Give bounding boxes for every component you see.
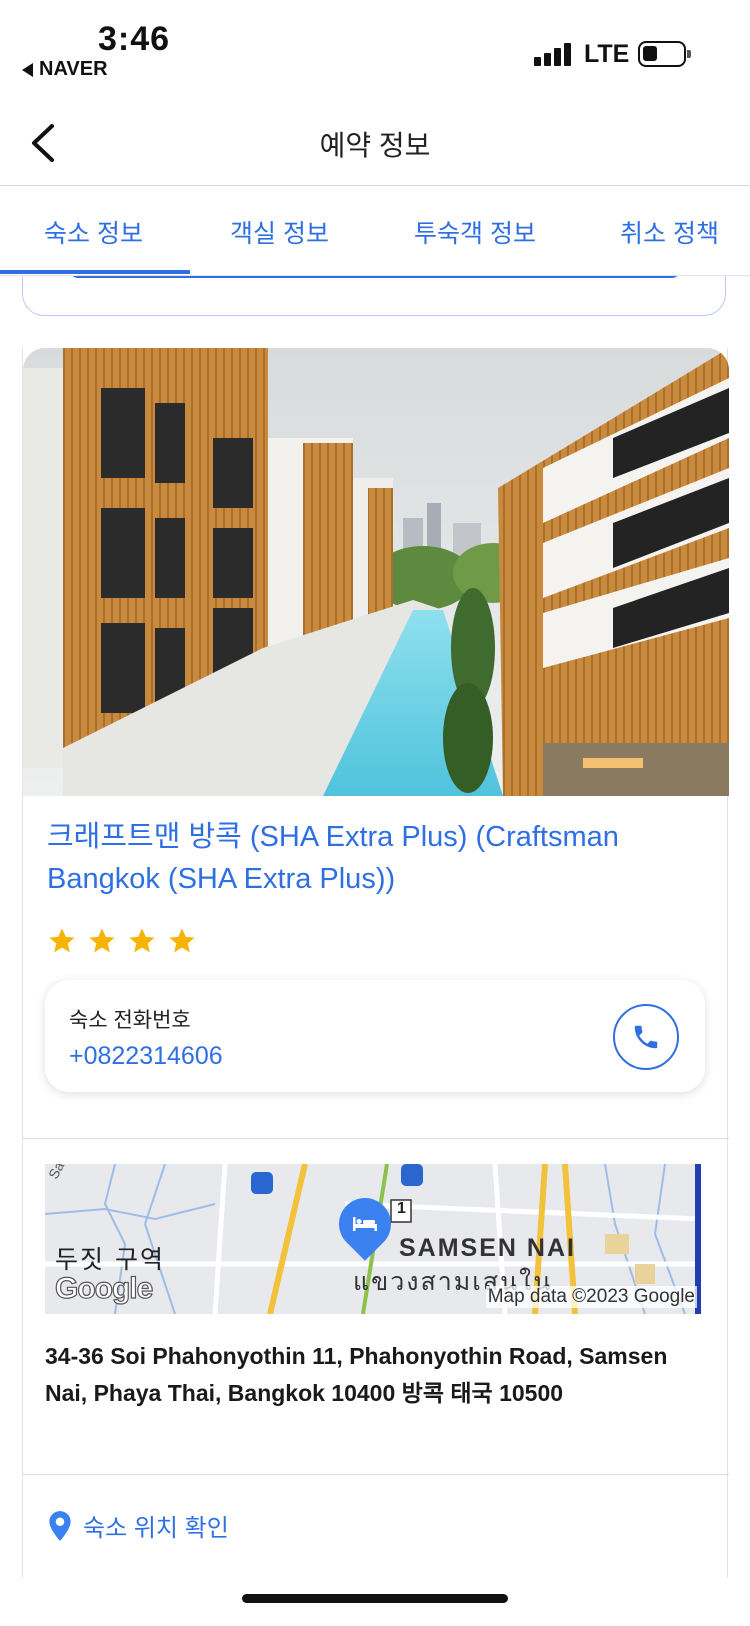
tab-bar: 숙소 정보 객실 정보 투숙객 정보 취소 정책	[0, 186, 750, 276]
tab-room-info[interactable]: 객실 정보	[230, 214, 329, 250]
active-tab-indicator	[0, 270, 190, 274]
call-button[interactable]	[613, 1004, 679, 1070]
hotel-card: 크래프트맨 방콕 (SHA Extra Plus) (Craftsman Ban…	[22, 348, 729, 1578]
hotel-address: 34-36 Soi Phahonyothin 11, Phahonyothin …	[45, 1343, 668, 1406]
phone-icon	[634, 1025, 658, 1049]
hotel-photo[interactable]	[23, 348, 729, 796]
nav-header: 예약 정보	[0, 100, 750, 186]
phone-label: 숙소 전화번호	[69, 1009, 191, 1032]
home-indicator[interactable]	[242, 1594, 508, 1603]
back-to-app-button[interactable]: NAVER	[22, 58, 108, 81]
star-icon	[49, 928, 75, 953]
tab-cancel-policy[interactable]: 취소 정책	[620, 214, 719, 250]
star-rating	[47, 926, 197, 956]
phone-number-link[interactable]: +0822314606	[69, 1042, 223, 1071]
phone-card: 숙소 전화번호 +0822314606	[45, 980, 705, 1092]
map-district-label: 두짓 구역	[55, 1245, 165, 1274]
hotel-name-link[interactable]: 크래프트맨 방콕 (SHA Extra Plus) (Craftsman Ban…	[47, 816, 697, 900]
location-map[interactable]: Samsen 1 두짓 구역 Google SAMSEN NAI แขวงสาม…	[45, 1164, 701, 1314]
map-credit: Map data ©2023 Google	[485, 1286, 697, 1308]
tab-guest-info[interactable]: 투숙객 정보	[414, 214, 536, 250]
status-bar: 3:46 NAVER LTE	[0, 0, 750, 100]
back-triangle-icon	[22, 62, 33, 77]
map-area-label: SAMSEN NAI	[399, 1234, 576, 1262]
star-icon	[89, 928, 115, 953]
star-icon	[169, 928, 195, 953]
network-label: LTE	[584, 40, 630, 68]
bed-icon	[353, 1217, 377, 1231]
star-icon	[129, 928, 155, 953]
section-divider	[23, 1138, 729, 1139]
signal-icon	[534, 42, 574, 66]
view-location-label: 숙소 위치 확인	[83, 1515, 229, 1542]
status-time: 3:46	[98, 20, 171, 58]
back-app-label: NAVER	[39, 58, 108, 80]
page-title: 예약 정보	[319, 130, 431, 161]
battery-icon	[638, 41, 691, 67]
google-logo: Google	[54, 1271, 154, 1305]
tab-property-info[interactable]: 숙소 정보	[44, 214, 143, 250]
view-location-link[interactable]: 숙소 위치 확인	[47, 1508, 229, 1543]
location-pin-icon	[49, 1510, 71, 1541]
section-divider	[23, 1474, 729, 1475]
route-badge: 1	[397, 1200, 406, 1217]
